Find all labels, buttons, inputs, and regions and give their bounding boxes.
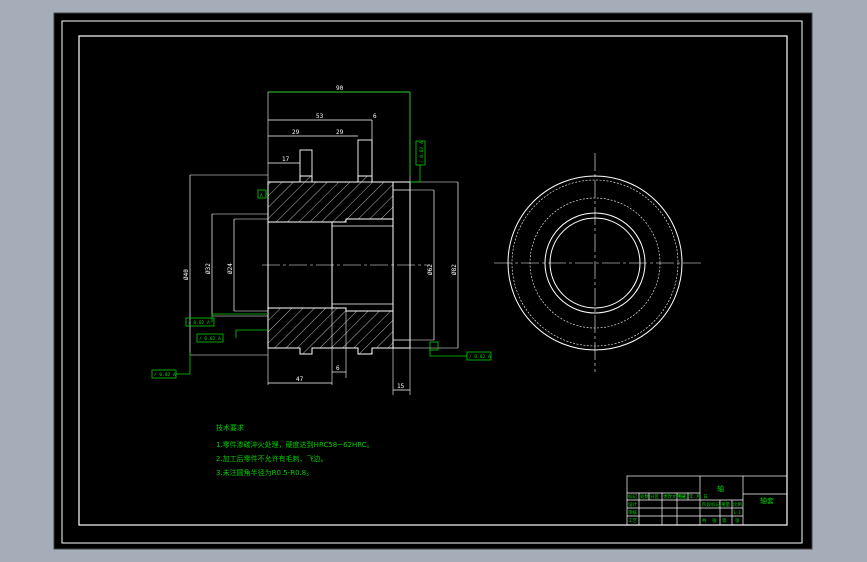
dim-dia-b: Ø32	[205, 263, 212, 274]
tolerance-frame-1: / 0.02 A	[419, 141, 425, 163]
notes-item-2: 2.加工后零件不允许有毛刺、飞边。	[216, 454, 328, 463]
tolerance-frame-3: / 0.02 A	[199, 336, 221, 342]
tolerance-frame-4: / 0.02 A	[154, 372, 176, 378]
sheet-info-3: 第	[722, 517, 727, 524]
notes-item-3: 3.未注圆角半径为R0.5-R0.8。	[216, 468, 313, 477]
stage-label-1: 阶段标记	[702, 501, 720, 508]
dim-depth-small: 17	[282, 156, 290, 163]
lower-section-hatch	[267, 307, 394, 355]
dim-overall-length: 90	[336, 85, 344, 92]
part-name: 轴	[717, 484, 724, 493]
title-header-1: 标记	[628, 493, 637, 500]
dim-dia-e: Ø62	[427, 264, 434, 275]
dim-length-a: 53	[316, 113, 324, 120]
sheet-info-1: 共	[702, 517, 707, 524]
dim-dia-d: Ø82	[451, 264, 458, 275]
title-row-1: 设计	[628, 501, 637, 508]
title-header-2: 处数	[640, 493, 649, 500]
dim-length-b: 29	[292, 129, 300, 136]
dim-bottom-right: 15	[397, 383, 405, 390]
stage-label-2: 重量	[721, 501, 730, 508]
cad-drawing-viewport[interactable]: 90 53 29 29 6 17 47 6 15 Ø40 Ø32 Ø24 Ø82…	[0, 0, 867, 562]
sheet-info-2: 张	[712, 517, 717, 524]
scale-value: 1:1	[733, 510, 741, 516]
tolerance-frame-2: / 0.02 A	[188, 320, 210, 326]
stage-label-3: 比例	[733, 501, 742, 508]
title-header-5: 签名	[678, 493, 687, 500]
title-header-3: 分区	[650, 493, 659, 500]
datum-label: A	[260, 193, 263, 199]
tolerance-frame-5: / 0.02 A	[469, 354, 491, 360]
dim-dia-a: Ø40	[183, 269, 190, 280]
dim-width-small: 6	[373, 113, 377, 120]
sheet-info-4: 张	[735, 517, 740, 524]
notes-heading: 技术要求	[216, 423, 244, 432]
dim-length-c: 29	[336, 129, 344, 136]
title-row-2: 审核	[628, 509, 637, 516]
drawing-sheet	[53, 12, 813, 550]
dim-bottom-left: 47	[296, 376, 304, 383]
dim-bottom-mid: 6	[336, 365, 340, 372]
title-row-3: 工艺	[628, 518, 637, 524]
drawing-number: 轴套	[760, 496, 774, 505]
upper-section-hatch	[267, 175, 394, 223]
dim-dia-c: Ø24	[227, 263, 234, 274]
notes-item-1: 1.零件渗碳淬火处理，硬度达到HRC58~62HRC。	[216, 440, 374, 449]
title-header-6: 年.月.日	[689, 493, 708, 500]
